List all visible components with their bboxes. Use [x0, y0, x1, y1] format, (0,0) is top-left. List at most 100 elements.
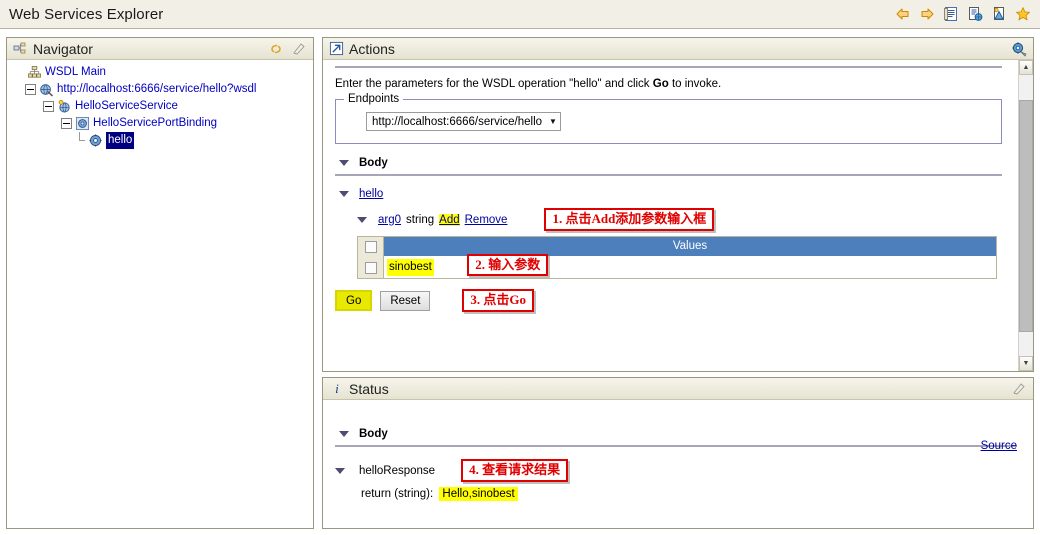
status-view: i Status Source Body helloResponse 4. 查看…	[322, 377, 1034, 529]
navigator-title: Navigator	[33, 40, 93, 57]
twisty-down-icon[interactable]	[339, 160, 349, 166]
reset-button[interactable]: Reset	[380, 290, 431, 311]
intro-text-before: Enter the parameters for the WSDL operat…	[335, 78, 653, 90]
go-button[interactable]: Go	[335, 290, 373, 311]
wsdl-tree: WSDL Main http://localhost:6666/service/…	[7, 60, 313, 149]
tree-expander[interactable]	[61, 118, 72, 129]
show-forms-icon[interactable]	[1010, 40, 1027, 57]
wsdl-service-icon	[38, 82, 54, 98]
actions-intro: Enter the parameters for the WSDL operat…	[335, 78, 1006, 90]
values-column-header: Values	[383, 236, 997, 256]
argument-name-link[interactable]: arg0	[378, 214, 401, 226]
response-node-label: helloResponse	[359, 464, 436, 477]
row-select-cell[interactable]	[357, 255, 384, 279]
parameter-value-input[interactable]: sinobest	[387, 259, 434, 277]
binding-icon	[74, 116, 90, 132]
endpoint-selected-value: http://localhost:6666/service/hello	[372, 115, 543, 128]
actions-scroll-host: Enter the parameters for the WSDL operat…	[323, 60, 1018, 371]
status-header-tools	[1010, 380, 1029, 397]
operation-icon	[87, 133, 103, 149]
window-titlebar: Web Services Explorer	[0, 0, 1040, 29]
properties-icon[interactable]	[942, 6, 959, 23]
source-link[interactable]: Source	[981, 440, 1017, 452]
status-header: i Status	[323, 378, 1033, 400]
navigator-icon	[12, 40, 29, 57]
actions-title: Actions	[349, 40, 395, 57]
table-row: sinobest 2. 输入参数	[357, 254, 997, 279]
actions-body: Enter the parameters for the WSDL operat…	[323, 60, 1033, 371]
add-parameter-link[interactable]: Add	[439, 213, 460, 226]
annotation-step-4: 4. 查看请求结果	[461, 459, 569, 482]
response-body-section[interactable]: Body	[335, 428, 1021, 440]
scroll-down-icon[interactable]: ▼	[1019, 356, 1033, 371]
maximize-icon[interactable]	[290, 40, 307, 57]
twisty-down-icon[interactable]	[335, 467, 345, 474]
divider	[335, 445, 1017, 447]
scrollbar-thumb[interactable]	[1019, 100, 1033, 332]
value-cell[interactable]: sinobest 2. 输入参数	[383, 254, 997, 279]
remove-parameter-link[interactable]: Remove	[465, 214, 508, 226]
return-value: Hello,sinobest	[439, 487, 518, 501]
actions-vertical-scrollbar[interactable]: ▲ ▼	[1018, 60, 1033, 371]
tree-node-operation-hello[interactable]: hello	[13, 132, 313, 149]
tree-node-label: http://localhost:6666/service/hello?wsdl	[57, 83, 257, 95]
page-title: Web Services Explorer	[9, 5, 164, 23]
forward-icon[interactable]	[918, 6, 935, 23]
actions-content: Enter the parameters for the WSDL operat…	[323, 66, 1018, 312]
annotation-step-1: 1. 点击Add添加参数输入框	[544, 208, 715, 231]
endpoint-select[interactable]: http://localhost:6666/service/hello ▼	[366, 112, 561, 131]
info-icon: i	[328, 380, 345, 397]
request-body-section[interactable]: Body	[335, 157, 1006, 169]
svg-text:i: i	[335, 381, 339, 396]
maximize-icon[interactable]	[1010, 380, 1027, 397]
values-table-header-row: Values	[357, 236, 997, 256]
intro-text-after: to invoke.	[668, 78, 722, 90]
wsdl-page-icon[interactable]	[966, 6, 983, 23]
tree-node-label: HelloServiceService	[75, 100, 178, 112]
actions-header-tools	[1010, 40, 1029, 57]
tree-elbow	[74, 132, 87, 149]
select-all-checkbox[interactable]	[364, 241, 377, 254]
select-all-cell[interactable]	[357, 236, 384, 256]
tree-node-service[interactable]: HelloServiceService	[13, 98, 313, 115]
operation-row[interactable]: hello	[335, 188, 1006, 200]
tree-expander[interactable]	[25, 84, 36, 95]
twisty-down-icon[interactable]	[357, 216, 367, 223]
navigator-header-tools	[267, 40, 309, 57]
link-with-editor-icon[interactable]	[267, 40, 284, 57]
favorites-icon[interactable]	[1014, 6, 1031, 23]
return-value-row: return (string): Hello,sinobest	[361, 487, 1021, 501]
service-icon	[56, 99, 72, 115]
endpoints-legend: Endpoints	[344, 93, 404, 105]
workbench: Navigator WSDL Main http://localhost:666…	[0, 29, 1040, 535]
tree-node-port-binding[interactable]: HelloServicePortBinding	[13, 115, 313, 132]
tree-node-wsdl-main[interactable]: WSDL Main	[13, 64, 313, 81]
wsil-page-icon[interactable]	[990, 6, 1007, 23]
values-table: Values sinobest 2. 输入参数	[357, 236, 997, 279]
actions-icon	[328, 40, 345, 57]
response-body-label: Body	[359, 428, 388, 440]
operation-link-hello[interactable]: hello	[359, 188, 383, 200]
action-buttons: Go Reset 3. 点击Go	[335, 289, 1006, 312]
tree-node-wsdl-url[interactable]: http://localhost:6666/service/hello?wsdl	[13, 81, 313, 98]
back-icon[interactable]	[894, 6, 911, 23]
chevron-down-icon: ▼	[549, 117, 557, 126]
return-label: return (string):	[361, 488, 434, 500]
annotation-step-2: 2. 输入参数	[467, 254, 549, 277]
request-body-label: Body	[359, 157, 388, 169]
divider	[335, 66, 1002, 68]
navigator-view: Navigator WSDL Main http://localhost:666…	[6, 37, 314, 529]
row-checkbox[interactable]	[364, 261, 377, 274]
argument-type: string	[406, 213, 435, 226]
tree-node-label: HelloServicePortBinding	[93, 117, 218, 129]
scroll-up-icon[interactable]: ▲	[1019, 60, 1033, 75]
intro-go-emphasis: Go	[652, 78, 669, 90]
divider	[335, 174, 1002, 176]
twisty-down-icon[interactable]	[339, 191, 349, 197]
wsdl-main-icon	[26, 65, 42, 81]
tree-expander[interactable]	[43, 101, 54, 112]
status-content: Source Body helloResponse 4. 查看请求结果 retu…	[323, 428, 1033, 501]
twisty-down-icon[interactable]	[339, 431, 349, 437]
tree-node-label: hello	[106, 132, 135, 149]
status-body-wrap: Source Body helloResponse 4. 查看请求结果 retu…	[323, 400, 1033, 528]
